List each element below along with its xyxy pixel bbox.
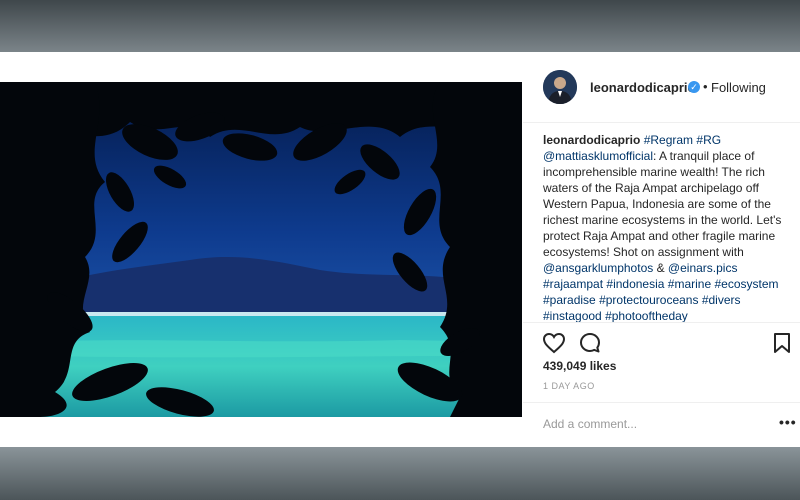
post-header: leonardodicaprio ✓ • Following <box>523 52 800 123</box>
post-caption: leonardodicaprio #Regram #RG @mattiasklu… <box>543 132 783 324</box>
caption-username[interactable]: leonardodicaprio <box>543 133 640 147</box>
bookmark-icon[interactable] <box>773 332 791 359</box>
avatar-image <box>543 70 577 104</box>
post-side-panel: leonardodicaprio ✓ • Following leonardod… <box>523 52 800 447</box>
like-count[interactable]: 439,049 likes <box>543 359 616 373</box>
follow-separator: • <box>703 79 708 94</box>
heart-icon[interactable] <box>542 332 566 359</box>
post-actions <box>523 322 800 363</box>
hashtag-link[interactable]: #Regram <box>644 133 693 147</box>
mention-link[interactable]: @mattiasklumofficial <box>543 149 653 163</box>
more-options-icon[interactable]: ••• <box>779 414 797 430</box>
hashtag-link[interactable]: #ecosystem <box>715 277 779 291</box>
post-author-username[interactable]: leonardodicaprio <box>590 80 695 95</box>
comment-input[interactable] <box>543 417 763 431</box>
background-bottom-band <box>0 447 800 500</box>
caption-text: & <box>653 261 668 275</box>
comment-bubble-icon[interactable] <box>578 331 602 360</box>
caption-text: : A tranquil place of incomprehensible m… <box>543 149 782 259</box>
hashtag-link[interactable]: #paradise <box>543 293 596 307</box>
following-button[interactable]: Following <box>711 80 766 95</box>
hashtag-link[interactable]: #marine <box>668 277 711 291</box>
hashtag-link[interactable]: #divers <box>702 293 741 307</box>
mention-link[interactable]: @ansgarklumphotos <box>543 261 653 275</box>
hashtag-link[interactable]: #rajaampat <box>543 277 603 291</box>
hashtag-link[interactable]: #protectouroceans <box>599 293 698 307</box>
mention-link[interactable]: @einars.pics <box>668 261 738 275</box>
verified-badge-icon: ✓ <box>688 81 700 93</box>
post-timestamp[interactable]: 1 DAY AGO <box>543 381 595 391</box>
hashtag-link[interactable]: #indonesia <box>606 277 664 291</box>
comment-box: ••• <box>523 402 800 448</box>
hashtag-link[interactable]: #instagood <box>543 309 602 323</box>
avatar[interactable] <box>543 70 577 104</box>
hashtag-link[interactable]: #RG <box>696 133 721 147</box>
hashtag-link[interactable]: #photooftheday <box>605 309 688 323</box>
lagoon-image <box>0 82 522 417</box>
post-photo[interactable] <box>0 82 522 417</box>
background-top-band <box>0 0 800 52</box>
